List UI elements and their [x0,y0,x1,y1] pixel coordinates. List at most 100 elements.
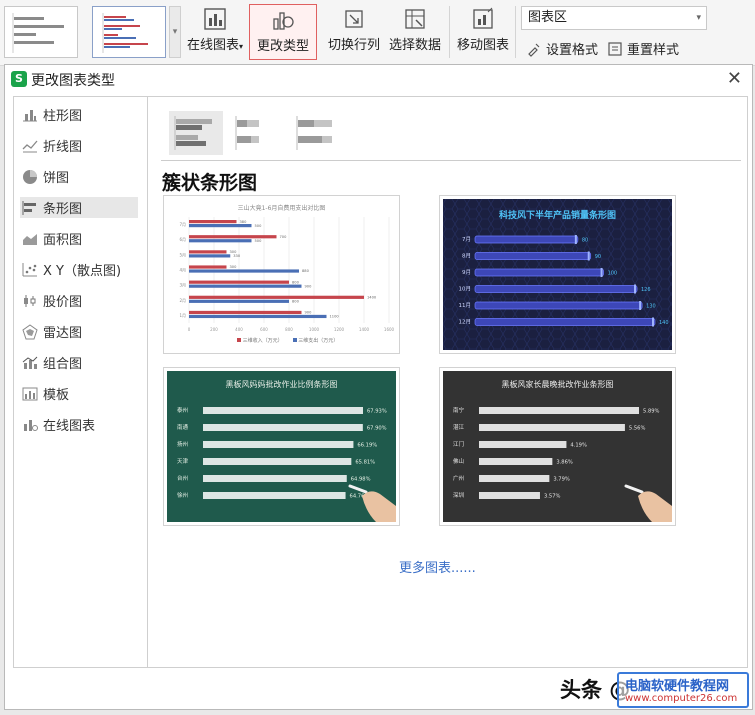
switch-row-col-button[interactable]: 切换行列 [324,4,384,60]
sidebar-item-scatter[interactable]: X Y（散点图) [20,259,138,280]
bar [189,284,302,288]
sidebar-item-pie[interactable]: 饼图 [20,166,138,187]
data-label: 66.19% [357,443,377,449]
site-watermark-logo: 电脑软硬件教程网 www.computer26.com [617,672,749,708]
scatter-chart-icon [20,262,40,278]
category-label: 南宁 [453,406,465,414]
bar [189,314,327,319]
online-chart-icon [185,4,245,34]
hand-chalk-icon [348,484,396,522]
template-preview: 黑板风妈妈批改作业比例条形图 泰州 67.93% 南通 67.90% 扬州 66.19% 天… [167,371,396,522]
bar [474,318,656,326]
chart-style-thumbnail-1[interactable] [4,6,78,58]
category-label: 扬州 [177,440,188,448]
tick-label: 1600 [384,327,395,332]
template-preview: 三山大竟1-6月自费用支出对比图 0 200 400 600 800 1000 1200 14… [167,199,396,350]
category-label: 10月 [459,286,472,293]
legend-item: 三维支出（万元） [292,337,338,344]
sidebar-item-column[interactable]: 柱形图 [20,104,138,125]
chart-type-content: 簇状条形图 三山大竟1-6月自费用支出对比图 0 200 400 600 800 1000… [149,97,747,667]
site-watermark-url: www.computer26.com [625,693,738,704]
chart-element-select[interactable]: 图表区 ▾ [521,6,707,30]
select-data-button[interactable]: 选择数据 [386,4,444,60]
bar-chart-icon [20,200,40,216]
sidebar-item-online[interactable]: 在线图表 [20,414,138,435]
template-card-1[interactable]: 三山大竟1-6月自费用支出对比图 0 200 400 600 800 1000 1200 14… [163,195,400,354]
sidebar-item-template[interactable]: 模板 [20,383,138,404]
data-label: 5.89% [643,409,660,415]
close-icon[interactable]: ✕ [727,68,742,89]
category-label: 泰州 [177,406,188,414]
select-data-icon [386,4,444,34]
bar-cap [634,284,636,294]
tick-label: 800 [285,327,293,332]
template-preview: 黑板风家长晨晚批改作业条形图 南宁 5.89% 湛江 5.56% 江门 4.19% 佛山 3.… [443,371,672,522]
sidebar-item-label: 折线图 [43,140,83,155]
sidebar-item-bar[interactable]: 条形图 [20,197,138,218]
online-chart-button[interactable]: 在线图表▾ [185,4,245,60]
dialog-body: 柱形图 折线图 饼图 条形图 面积图 X Y（散点图) 股价图 雷达图 组合图 … [13,96,748,668]
wps-app-icon: S [11,71,27,87]
tick-label: 0 [188,327,191,332]
category-label: 徐州 [177,491,188,499]
column-chart-icon [20,107,40,123]
sidebar-item-label: 柱形图 [43,109,83,124]
gallery-scroll-button[interactable]: ▾ [169,6,181,58]
data-label: 80 [582,238,588,244]
bar [189,280,289,284]
bar [189,235,277,239]
data-label: 800 [292,300,300,304]
bar [203,475,347,482]
sidebar-item-label: 饼图 [43,171,70,186]
category-label: 4月 [179,268,186,273]
change-type-button[interactable]: 更改类型 [249,4,317,60]
reset-style-button[interactable]: 重置样式 [607,39,679,58]
category-label: 深圳 [453,491,465,499]
chart-style-thumbnail-2[interactable] [92,6,166,58]
sidebar-item-radar[interactable]: 雷达图 [20,321,138,342]
template-card-3[interactable]: 黑板风妈妈批改作业比例条形图 泰州 67.93% 南通 67.90% 扬州 66.19% 天… [163,367,400,526]
data-label: 140 [659,320,669,326]
template-card-2[interactable]: 科技风下半年产品销量条形图 7月 80 8月 90 9月 100 10月 126 11月 130 1… [439,195,676,354]
data-label: 700 [280,235,288,239]
hand-chalk-icon [624,484,672,522]
subtype-percent-stacked-bar[interactable] [291,111,345,155]
move-chart-label: 移动图表 [456,38,509,53]
set-format-button[interactable]: 设置格式 [526,39,598,58]
category-label: 7月 [179,222,186,227]
sidebar-item-stock[interactable]: 股价图 [20,290,138,311]
reset-style-icon [608,41,622,56]
bar [479,492,540,499]
data-label: 3.86% [556,460,573,466]
subtype-stacked-bar[interactable] [230,111,284,155]
subtype-clustered-bar[interactable] [169,111,223,155]
category-label: 天津 [177,458,189,465]
data-label: 380 [240,220,248,224]
bar [479,458,553,465]
sidebar-item-area[interactable]: 面积图 [20,228,138,249]
sidebar-item-label: 面积图 [43,233,83,248]
area-chart-icon [20,231,40,247]
bar [189,239,252,243]
chevron-down-icon: ▾ [696,13,701,23]
category-label: 南通 [177,423,189,431]
category-label: 6月 [179,237,186,242]
move-chart-button[interactable]: 移动图表 [455,4,511,60]
template-chart: 7月 80 8月 90 9月 100 10月 126 11月 130 12月 140 [459,235,669,327]
data-label: 67.93% [367,409,387,415]
legend-item: 三维收入（万元） [237,337,283,344]
template-card-4[interactable]: 黑板风家长晨晚批改作业条形图 南宁 5.89% 湛江 5.56% 江门 4.19% 佛山 3.… [439,367,676,526]
data-label: 900 [305,284,313,288]
dialog-titlebar: S 更改图表类型 ✕ [5,65,752,93]
bar [479,407,639,414]
sidebar-item-combo[interactable]: 组合图 [20,352,138,373]
more-charts-link[interactable]: 更多图表...... [399,557,476,576]
sidebar-item-label: 组合图 [43,357,83,372]
pie-chart-icon [20,169,40,185]
line-chart-icon [20,138,40,154]
stacked-bar-icon [235,116,259,150]
data-label: 5.56% [629,426,646,432]
bar [189,250,227,254]
section-title: 簇状条形图 [162,172,258,194]
sidebar-item-line[interactable]: 折线图 [20,135,138,156]
